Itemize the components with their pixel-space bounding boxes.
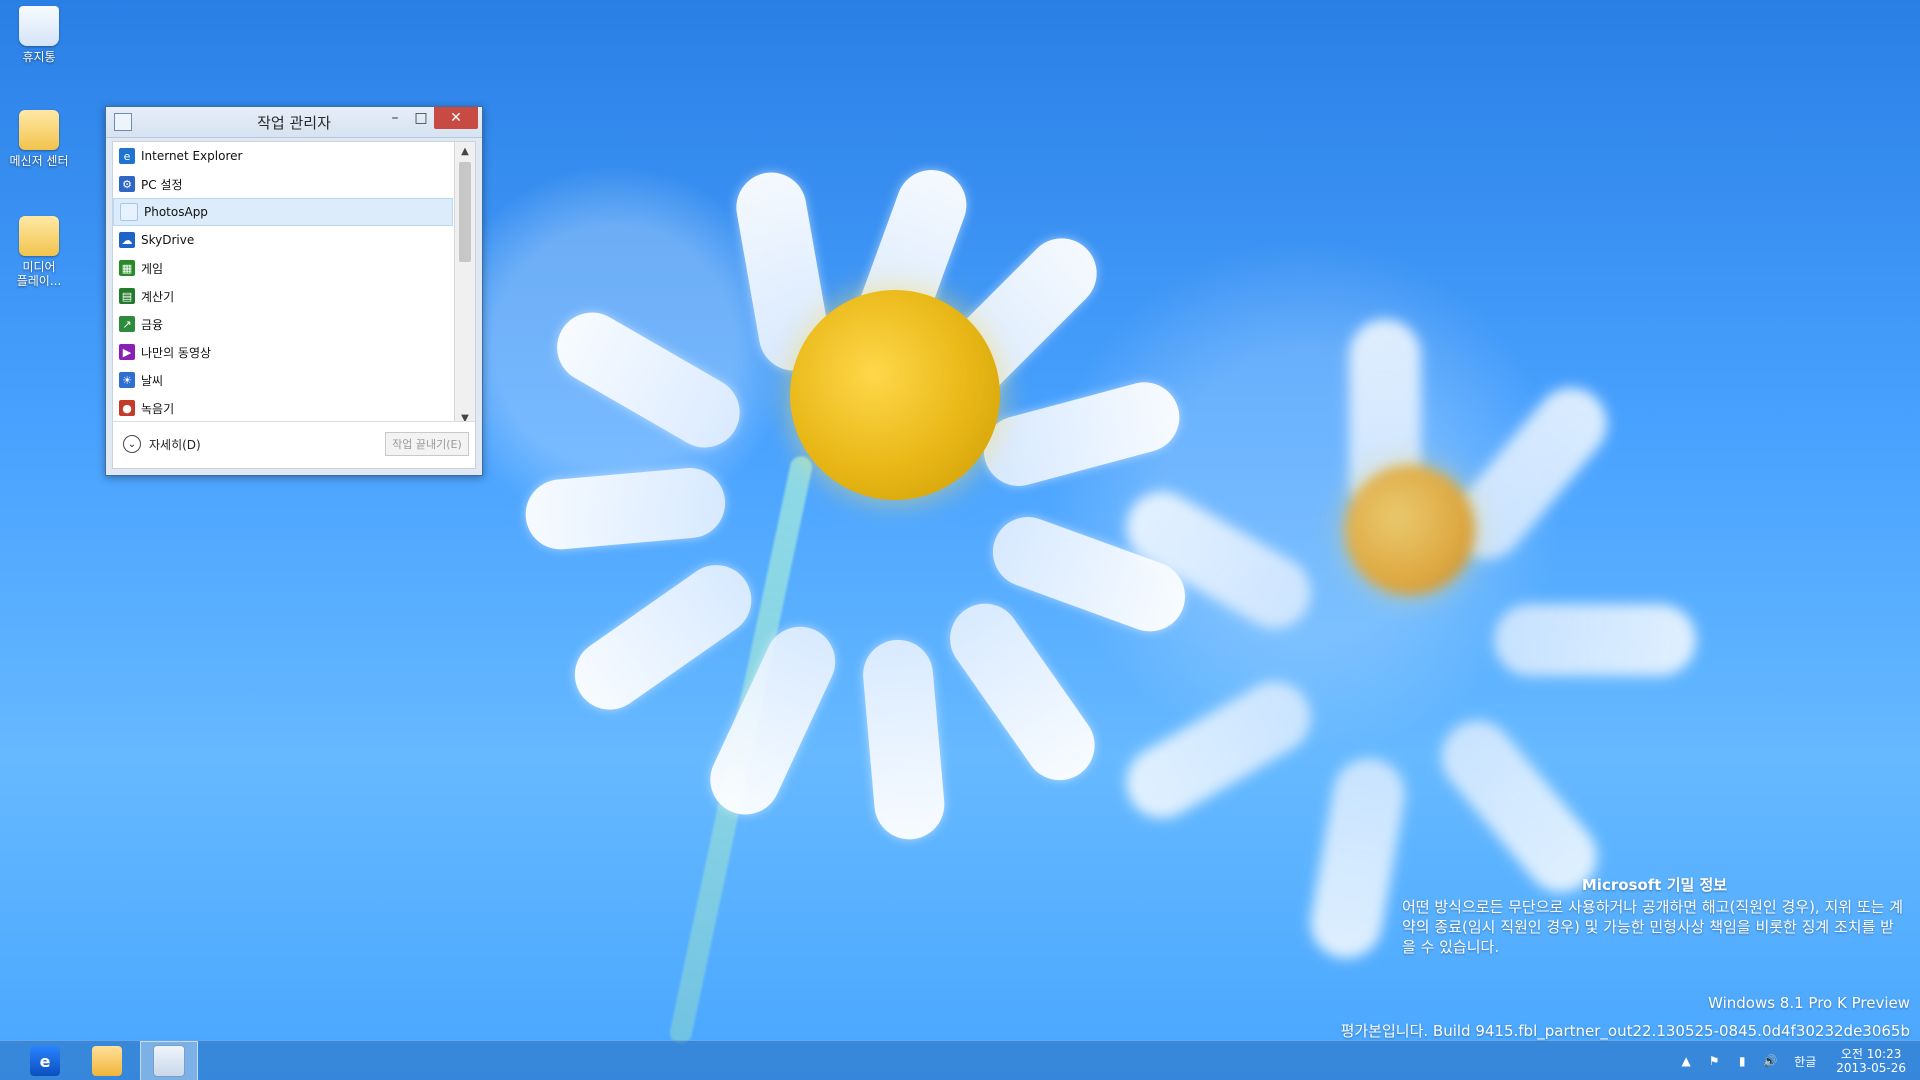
system-tray: ▲ ⚑ ▮ 🔊 한글 오전 10:23 2013-05-26	[1672, 1041, 1906, 1080]
watermark-title: Microsoft 기밀 정보	[1581, 876, 1728, 894]
network-icon[interactable]: ▮	[1734, 1053, 1750, 1069]
recycle-bin-icon	[19, 6, 59, 46]
app-name: Internet Explorer	[141, 149, 243, 163]
task-manager-body: e Internet Explorer ⚙ PC 설정 PhotosApp ☁ …	[112, 141, 476, 469]
minimize-button[interactable]: –	[382, 107, 408, 129]
app-name: 게임	[141, 261, 164, 276]
list-item[interactable]: ▦ 게임	[113, 254, 453, 282]
wallpaper-flower-blur	[1114, 280, 1695, 964]
weather-icon: ☀	[119, 372, 135, 388]
input-language[interactable]: 한글	[1794, 1053, 1816, 1070]
folder-shortcut-icon	[19, 110, 59, 150]
desktop: 휴지통 메신저 센터 미디어 플레이... 작업 관리자 – □ ✕ e Int…	[0, 0, 1920, 1080]
app-list[interactable]: e Internet Explorer ⚙ PC 설정 PhotosApp ☁ …	[113, 142, 453, 427]
app-name: 금융	[141, 317, 164, 332]
task-manager-window[interactable]: 작업 관리자 – □ ✕ e Internet Explorer ⚙ PC 설정	[105, 106, 483, 476]
finance-icon: ↗	[119, 316, 135, 332]
app-name: PhotosApp	[144, 205, 208, 219]
desktop-icon-label: 미디어 플레이...	[16, 260, 62, 288]
app-name: SkyDrive	[141, 233, 195, 247]
build-text: 평가본입니다. Build 9415.fbl_partner_out22.130…	[1340, 1022, 1910, 1040]
taskbar-task-manager-button[interactable]	[140, 1041, 198, 1080]
scroll-up-icon[interactable]: ▲	[455, 142, 475, 160]
calculator-icon: ▤	[119, 288, 135, 304]
maximize-button[interactable]: □	[408, 107, 434, 129]
scrollbar[interactable]: ▲ ▼	[454, 142, 475, 427]
wallpaper-flower-main	[480, 70, 1195, 1046]
ie-icon: e	[30, 1046, 60, 1076]
window-controls: – □ ✕	[382, 107, 478, 129]
list-item[interactable]: ▤ 계산기	[113, 282, 453, 310]
chevron-up-icon[interactable]: ▲	[1678, 1053, 1694, 1069]
list-item[interactable]: ↗ 금융	[113, 310, 453, 338]
edition-text: Windows 8.1 Pro K Preview	[1708, 994, 1910, 1012]
watermark-body: 어떤 방식으로든 무단으로 사용하거나 공개하면 해고(직원인 경우), 지위 …	[1402, 898, 1903, 956]
recorder-icon: ●	[119, 400, 135, 416]
list-item[interactable]: ▶ 나만의 동영상	[113, 338, 453, 366]
desktop-icon-media-player[interactable]: 미디어 플레이...	[2, 216, 76, 288]
list-item[interactable]: ☀ 날씨	[113, 366, 453, 394]
chevron-down-icon: ⌄	[123, 435, 141, 453]
list-item[interactable]: ● 녹음기	[113, 394, 453, 422]
taskbar-file-explorer-button[interactable]	[78, 1041, 136, 1080]
app-name: 날씨	[141, 373, 164, 388]
details-label: 자세히(D)	[149, 437, 201, 452]
desktop-icon-recycle-bin[interactable]: 휴지통	[2, 6, 76, 64]
clock[interactable]: 오전 10:23 2013-05-26	[1836, 1047, 1906, 1075]
app-name: 녹음기	[141, 401, 175, 416]
photos-icon	[120, 203, 138, 221]
cloud-icon: ☁	[119, 232, 135, 248]
desktop-icon-label: 휴지통	[22, 50, 56, 64]
desktop-icon-messenger-center[interactable]: 메신저 센터	[2, 110, 76, 168]
games-icon: ▦	[119, 260, 135, 276]
app-name: 계산기	[141, 289, 175, 304]
list-item[interactable]: ⚙ PC 설정	[113, 170, 453, 198]
end-task-button[interactable]: 작업 끝내기(E)	[385, 432, 469, 456]
task-manager-icon	[153, 1045, 185, 1077]
scroll-thumb[interactable]	[459, 162, 471, 262]
media-player-icon	[19, 216, 59, 256]
volume-icon[interactable]: 🔊	[1762, 1053, 1778, 1069]
details-toggle[interactable]: ⌄ 자세히(D)	[123, 435, 201, 453]
gear-icon: ⚙	[119, 176, 135, 192]
ie-icon: e	[119, 148, 135, 164]
taskbar: e ▲ ⚑ ▮ 🔊 한글 오전 10:23 2013-05-26	[0, 1040, 1920, 1080]
taskbar-internet-explorer-button[interactable]: e	[16, 1041, 74, 1080]
clock-date: 2013-05-26	[1836, 1061, 1906, 1075]
list-item[interactable]: ☁ SkyDrive	[113, 226, 453, 254]
list-item[interactable]: e Internet Explorer	[113, 142, 453, 170]
desktop-icon-label: 메신저 센터	[9, 154, 69, 168]
video-icon: ▶	[119, 344, 135, 360]
app-name: PC 설정	[141, 177, 183, 192]
title-bar[interactable]: 작업 관리자 – □ ✕	[106, 107, 482, 138]
task-manager-footer: ⌄ 자세히(D) 작업 끝내기(E)	[113, 421, 475, 468]
list-item[interactable]: PhotosApp	[113, 198, 453, 226]
clock-time: 오전 10:23	[1840, 1047, 1902, 1061]
close-button[interactable]: ✕	[434, 107, 478, 129]
action-center-icon[interactable]: ⚑	[1706, 1053, 1722, 1069]
app-name: 나만의 동영상	[141, 345, 212, 360]
folder-icon	[92, 1046, 122, 1076]
confidential-watermark: Microsoft 기밀 정보 어떤 방식으로든 무단으로 사용하거나 공개하면…	[1402, 875, 1907, 957]
